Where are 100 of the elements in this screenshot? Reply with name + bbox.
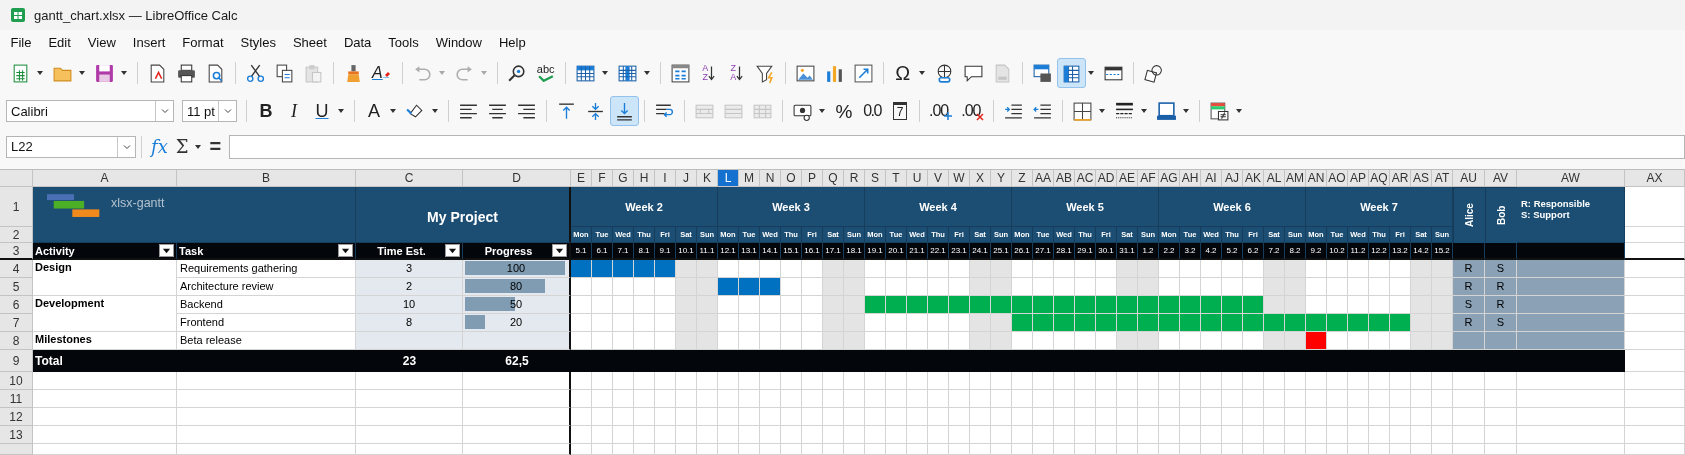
font-name-field[interactable]: Calibri bbox=[6, 100, 174, 122]
date-cell: 25.1 bbox=[991, 243, 1012, 260]
column-header[interactable]: G bbox=[613, 170, 634, 187]
row-header[interactable]: 10 bbox=[0, 372, 33, 390]
week-header: Week 2 bbox=[571, 187, 718, 227]
column-header[interactable]: L bbox=[718, 170, 739, 187]
row-header[interactable]: 1 bbox=[0, 187, 33, 227]
row-header[interactable]: 9 bbox=[0, 350, 33, 372]
row-header[interactable]: 5 bbox=[0, 278, 33, 296]
column-header[interactable]: S bbox=[865, 170, 886, 187]
font-color-button[interactable]: A bbox=[360, 96, 388, 126]
menu-item[interactable]: Styles bbox=[232, 32, 285, 52]
column-header[interactable]: X bbox=[970, 170, 991, 187]
menu-item[interactable]: Insert bbox=[124, 32, 174, 52]
column-header[interactable]: V bbox=[928, 170, 949, 187]
column-header[interactable]: AB bbox=[1054, 170, 1075, 187]
row-header[interactable]: 8 bbox=[0, 332, 33, 350]
row-header[interactable]: 12 bbox=[0, 408, 33, 426]
column-header[interactable]: AD bbox=[1096, 170, 1117, 187]
row-header[interactable]: 11 bbox=[0, 390, 33, 408]
column-header[interactable]: AR bbox=[1390, 170, 1411, 187]
column-header[interactable]: AX bbox=[1625, 170, 1685, 187]
add-decimal-button[interactable]: .00 bbox=[925, 96, 958, 126]
menu-item[interactable]: Data bbox=[335, 32, 380, 52]
row-header[interactable]: 6 bbox=[0, 296, 33, 314]
date-cell: 19.1 bbox=[865, 243, 886, 260]
sum-button[interactable]: Σ bbox=[171, 133, 193, 160]
column-header[interactable]: I bbox=[655, 170, 676, 187]
column-header[interactable]: AP bbox=[1348, 170, 1369, 187]
bold-button[interactable]: B bbox=[252, 96, 280, 126]
column-header[interactable]: AA bbox=[1033, 170, 1054, 187]
clear-formatting-button[interactable]: A bbox=[368, 58, 397, 88]
column-header[interactable]: AL bbox=[1264, 170, 1285, 187]
column-header[interactable]: AM bbox=[1285, 170, 1306, 187]
column-header[interactable]: AK bbox=[1243, 170, 1264, 187]
column-header[interactable]: AS bbox=[1411, 170, 1432, 187]
column-header[interactable]: AW bbox=[1517, 170, 1625, 187]
column-header[interactable]: AT bbox=[1432, 170, 1453, 187]
column-header[interactable]: M bbox=[739, 170, 760, 187]
column-header[interactable]: U bbox=[907, 170, 928, 187]
column-header[interactable]: W bbox=[949, 170, 970, 187]
row-header[interactable]: 7 bbox=[0, 314, 33, 332]
column-header[interactable]: AH bbox=[1180, 170, 1201, 187]
legend-text: R: Responsible bbox=[1521, 199, 1592, 210]
font-size-field[interactable]: 11 pt bbox=[182, 100, 237, 122]
column-header[interactable]: R bbox=[844, 170, 865, 187]
column-header[interactable]: D bbox=[463, 170, 571, 187]
column-header[interactable]: F bbox=[592, 170, 613, 187]
column-header[interactable]: K bbox=[697, 170, 718, 187]
row-header[interactable]: 13 bbox=[0, 426, 33, 444]
column-header[interactable]: N bbox=[760, 170, 781, 187]
sort-descending-button[interactable]: ZA bbox=[722, 58, 751, 88]
function-wizard-button[interactable]: fx bbox=[147, 133, 172, 160]
column-header[interactable]: AQ bbox=[1369, 170, 1390, 187]
sort-ascending-button[interactable]: AZ bbox=[694, 58, 723, 88]
percent-button[interactable]: % bbox=[830, 96, 858, 126]
menu-item[interactable]: View bbox=[79, 32, 125, 52]
column-header[interactable]: AO bbox=[1327, 170, 1348, 187]
row-header[interactable]: 3 bbox=[0, 243, 33, 260]
column-header[interactable]: AE bbox=[1117, 170, 1138, 187]
column-header[interactable]: AC bbox=[1075, 170, 1096, 187]
column-header[interactable]: AF bbox=[1138, 170, 1159, 187]
number-format-button[interactable]: 0.0 bbox=[858, 96, 886, 126]
menu-item[interactable]: Format bbox=[173, 32, 232, 52]
column-header[interactable]: P bbox=[802, 170, 823, 187]
column-header[interactable]: H bbox=[634, 170, 655, 187]
menu-item[interactable]: Window bbox=[427, 32, 491, 52]
column-header[interactable]: Z bbox=[1012, 170, 1033, 187]
menu-item[interactable]: Edit bbox=[39, 32, 80, 52]
column-header[interactable]: AV bbox=[1485, 170, 1517, 187]
column-header[interactable]: AI bbox=[1201, 170, 1222, 187]
underline-button[interactable]: U bbox=[308, 96, 336, 126]
column-header[interactable]: B bbox=[177, 170, 356, 187]
menu-item[interactable]: Tools bbox=[379, 32, 428, 52]
menu-item[interactable]: File bbox=[2, 32, 40, 52]
spelling-button[interactable]: abc bbox=[531, 58, 560, 88]
column-header[interactable]: AJ bbox=[1222, 170, 1243, 187]
column-header[interactable]: O bbox=[781, 170, 802, 187]
column-header[interactable]: A bbox=[33, 170, 177, 187]
menu-item[interactable]: Sheet bbox=[284, 32, 336, 52]
italic-button[interactable]: I bbox=[280, 96, 308, 126]
formula-button[interactable]: = bbox=[205, 133, 226, 160]
window-title: gantt_chart.xlsx — LibreOffice Calc bbox=[34, 7, 238, 23]
column-header[interactable]: AU bbox=[1453, 170, 1485, 187]
column-header[interactable]: T bbox=[886, 170, 907, 187]
date-format-button[interactable]: 7 bbox=[886, 96, 914, 126]
row-header[interactable]: 4 bbox=[0, 260, 33, 278]
name-box[interactable]: L22 bbox=[6, 135, 136, 158]
column-header[interactable]: E bbox=[571, 170, 592, 187]
column-header[interactable]: AG bbox=[1159, 170, 1180, 187]
menu-item[interactable]: Help bbox=[490, 32, 535, 52]
column-header[interactable]: AN bbox=[1306, 170, 1327, 187]
column-header[interactable]: Q bbox=[823, 170, 844, 187]
delete-decimal-button[interactable]: .00 bbox=[957, 96, 988, 126]
column-header[interactable]: C bbox=[356, 170, 463, 187]
column-header[interactable]: Y bbox=[991, 170, 1012, 187]
row-header[interactable]: 2 bbox=[0, 227, 33, 243]
special-character-button[interactable]: Ω bbox=[888, 58, 917, 88]
column-header[interactable]: J bbox=[676, 170, 697, 187]
task-cell: Architecture review bbox=[177, 278, 356, 296]
